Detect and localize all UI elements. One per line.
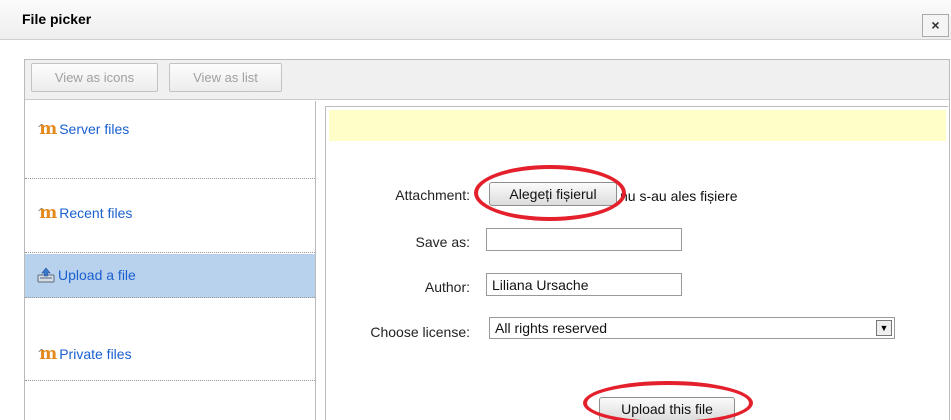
license-select[interactable]: All rights reserved ▼ (489, 317, 895, 339)
moodle-icon: ^m (37, 119, 57, 139)
dialog-title: File picker (22, 11, 92, 27)
sidebar-item-label: Recent files (59, 205, 133, 221)
upload-this-file-button[interactable]: Upload this file (599, 397, 735, 420)
author-label: Author: (424, 279, 470, 295)
sidebar-item-upload-a-file[interactable]: Upload a file (25, 254, 315, 298)
choose-file-button[interactable]: Alegeți fișierul (489, 182, 617, 206)
dialog-header: File picker × (0, 0, 951, 40)
save-as-input[interactable] (486, 228, 682, 251)
view-toolbar: View as icons View as list (25, 60, 949, 100)
repository-sidebar: ^m Server files ^m Recent files Upload a (25, 101, 316, 420)
sidebar-item-label: Upload a file (58, 267, 136, 283)
file-picker-panel: View as icons View as list ^m Server fil… (24, 59, 950, 420)
moodle-icon: ^m (37, 344, 57, 364)
message-bar (329, 110, 946, 141)
sidebar-item-label: Server files (59, 121, 130, 137)
sidebar-item-private-files[interactable]: ^m Private files (25, 299, 315, 381)
attachment-label: Attachment: (395, 187, 470, 203)
moodle-icon: ^m (37, 203, 57, 223)
file-status-text: nu s-au ales fișiere (620, 188, 738, 204)
close-button[interactable]: × (922, 14, 949, 37)
chevron-down-icon[interactable]: ▼ (876, 320, 892, 336)
license-label: Choose license: (370, 324, 470, 340)
view-as-list-button[interactable]: View as list (169, 63, 282, 92)
sidebar-item-recent-files[interactable]: ^m Recent files (25, 180, 315, 253)
license-selected-value: All rights reserved (495, 320, 608, 336)
sidebar-item-server-files[interactable]: ^m Server files (25, 101, 315, 179)
save-as-label: Save as: (415, 234, 470, 250)
upload-form-area: Attachment: Alegeți fișierul nu s-au ale… (325, 106, 948, 420)
view-as-icons-button[interactable]: View as icons (31, 63, 158, 92)
author-input[interactable]: Liliana Ursache (486, 273, 682, 296)
upload-icon (37, 267, 55, 283)
sidebar-item-label: Private files (59, 346, 132, 362)
